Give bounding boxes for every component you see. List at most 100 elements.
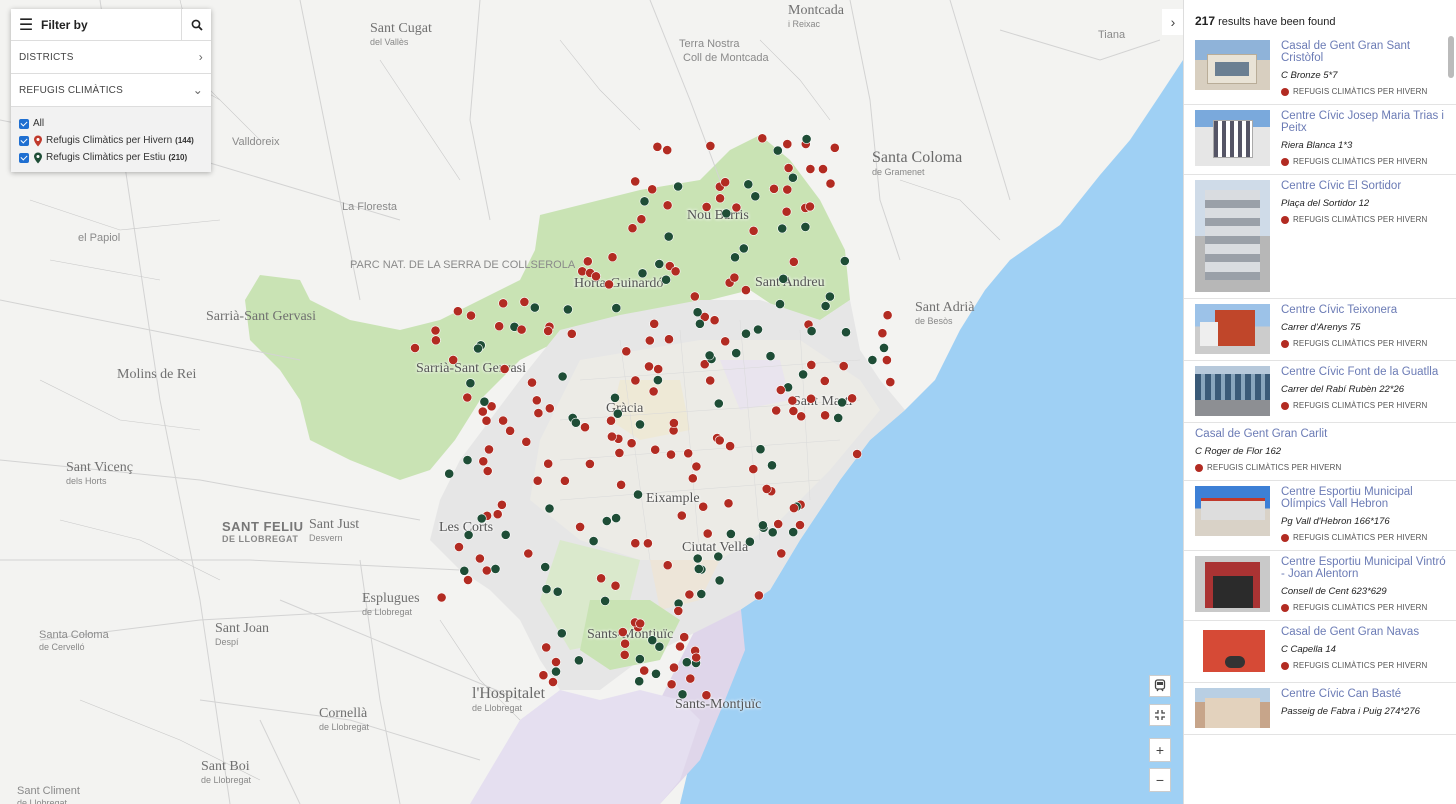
map-marker[interactable] [644,361,654,372]
map-marker[interactable] [588,536,599,546]
checkbox-all[interactable] [19,118,29,129]
result-name[interactable]: Centre Cívic Teixonera [1281,304,1448,316]
map-marker[interactable] [692,553,703,564]
map-marker[interactable] [617,627,628,637]
map-marker[interactable] [689,291,700,302]
option-all[interactable]: All [19,115,203,132]
map-marker[interactable] [541,584,552,594]
map-marker[interactable] [677,689,688,700]
map-marker[interactable] [685,673,696,684]
map-marker[interactable] [479,396,490,407]
map-marker[interactable] [647,635,658,646]
map-marker[interactable] [444,468,455,479]
map-marker[interactable] [777,223,788,234]
map-marker[interactable] [463,530,474,540]
map-marker[interactable] [731,348,742,358]
map-marker[interactable] [473,343,483,354]
map-marker[interactable] [606,415,616,426]
map-marker[interactable] [698,501,709,512]
map-marker[interactable] [619,649,630,660]
map-marker[interactable] [741,285,751,295]
map-marker[interactable] [662,200,673,211]
map-marker[interactable] [666,449,676,460]
map-marker[interactable] [837,397,847,408]
map-marker[interactable] [454,542,464,552]
map-marker[interactable] [778,273,789,284]
map-marker[interactable] [505,425,515,436]
map-marker[interactable] [758,520,768,531]
map-marker[interactable] [466,310,476,321]
map-marker[interactable] [723,498,734,509]
map-marker[interactable] [701,201,712,212]
map-marker[interactable] [500,529,511,540]
map-marker[interactable] [781,206,792,217]
scrollbar[interactable] [1448,36,1454,78]
result-name[interactable]: Centre Esportiu Municipal Olímpics Vall … [1281,486,1448,510]
map-marker[interactable] [748,464,759,474]
map-marker[interactable] [726,529,736,539]
map-marker[interactable] [730,252,740,263]
map-marker[interactable] [788,256,799,267]
map-marker[interactable] [788,172,798,183]
map-marker[interactable] [748,225,759,236]
map-marker[interactable] [474,553,485,564]
map-marker[interactable] [626,438,637,449]
map-marker[interactable] [713,551,724,562]
map-marker[interactable] [463,575,473,585]
map-marker[interactable] [523,548,534,559]
map-marker[interactable] [494,321,505,332]
map-marker[interactable] [782,139,793,149]
map-marker[interactable] [630,176,641,187]
map-marker[interactable] [838,361,849,371]
map-marker[interactable] [683,448,694,459]
map-marker[interactable] [607,252,618,263]
fullscreen-exit-button[interactable] [1149,704,1171,726]
map-marker[interactable] [574,655,584,666]
map-marker[interactable] [465,378,476,389]
map-marker[interactable] [652,141,663,152]
map-marker[interactable] [499,364,510,374]
map-marker[interactable] [772,145,783,156]
map-marker[interactable] [825,291,835,302]
result-item[interactable]: Centre Cívic El Sortidor Plaça del Sortid… [1184,175,1456,299]
map-marker[interactable] [498,415,508,426]
map-marker[interactable] [648,386,659,397]
map-marker[interactable] [818,164,828,174]
map-marker[interactable] [531,395,542,406]
map-marker[interactable] [702,528,713,539]
map-marker[interactable] [662,145,673,155]
map-marker[interactable] [611,513,621,523]
result-item[interactable]: Casal de Gent Gran Carlit C Roger de Flor… [1184,423,1456,481]
map-marker[interactable] [673,181,683,192]
map-marker[interactable] [620,638,630,649]
map-marker[interactable] [820,410,830,421]
map-marker[interactable] [701,690,712,701]
map-marker[interactable] [614,447,625,458]
map-marker[interactable] [676,510,687,521]
map-marker[interactable] [798,369,808,380]
map-marker[interactable] [801,134,812,144]
map-marker[interactable] [548,677,558,687]
map-marker[interactable] [532,475,543,486]
result-name[interactable]: Centre Cívic El Sortidor [1281,180,1448,192]
map-marker[interactable] [649,318,660,329]
map-marker[interactable] [841,327,851,338]
map-marker[interactable] [664,334,674,345]
map-marker[interactable] [654,259,665,269]
map-marker[interactable] [575,522,585,532]
option-summer[interactable]: Refugis Climàtics per Estiu (210) [19,149,203,166]
map-marker[interactable] [725,441,735,451]
map-marker[interactable] [877,328,888,339]
map-marker[interactable] [639,196,650,207]
map-marker[interactable] [633,489,643,500]
transit-button[interactable] [1149,675,1171,697]
zoom-in-button[interactable]: + [1149,738,1171,762]
map-marker[interactable] [775,385,786,395]
checkbox-winter[interactable] [19,135,29,146]
map-marker[interactable] [596,573,606,584]
map-marker[interactable] [662,560,673,571]
map-marker[interactable] [462,392,473,403]
map-marker[interactable] [692,307,703,318]
map-marker[interactable] [709,315,720,326]
map-marker[interactable] [635,419,645,430]
